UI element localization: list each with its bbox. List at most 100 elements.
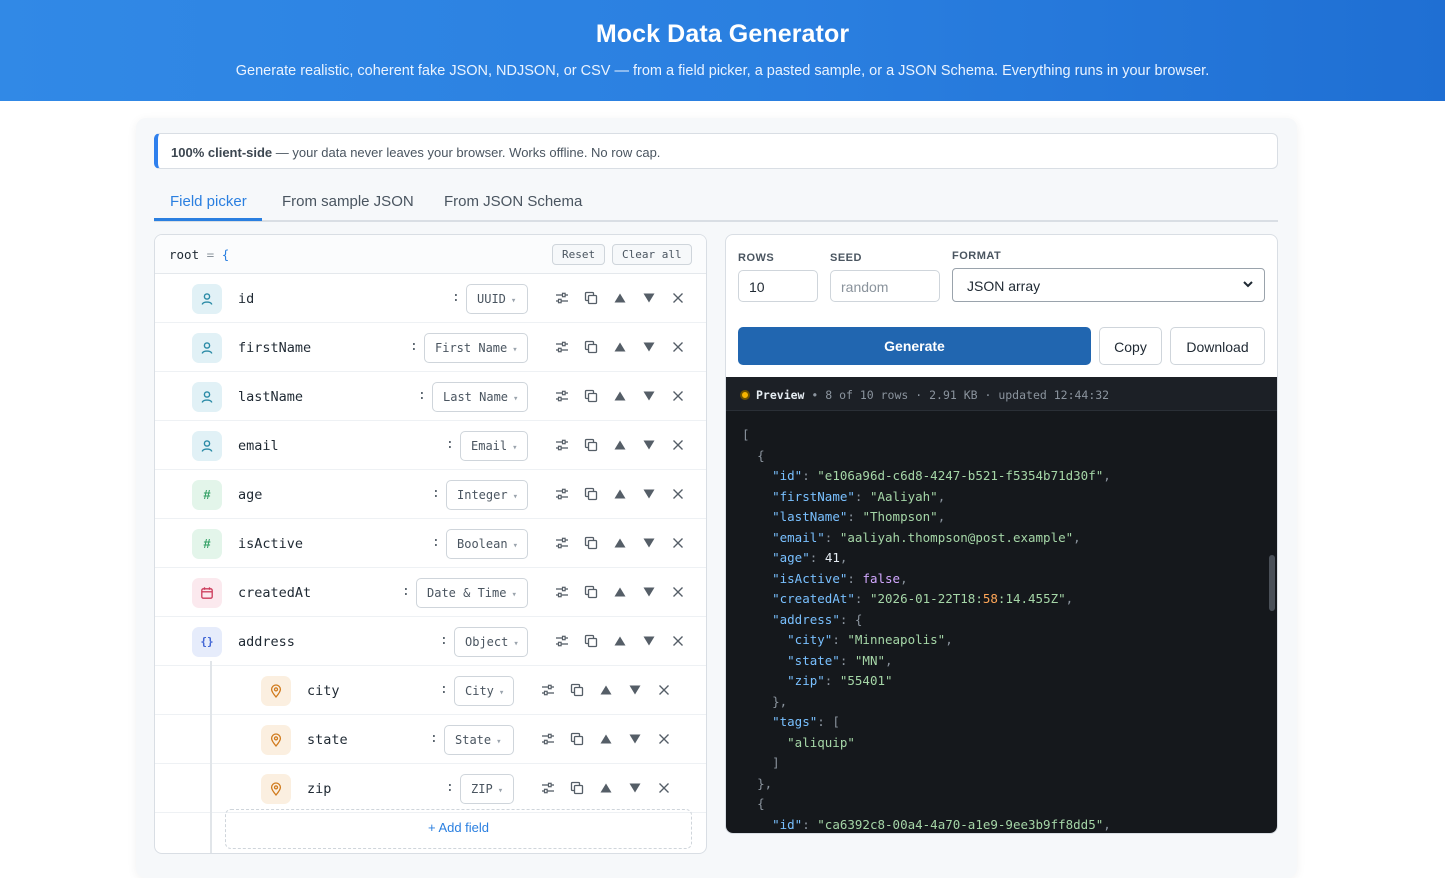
duplicate-icon[interactable] — [584, 291, 600, 307]
field-type-label: Boolean — [457, 537, 508, 551]
field-name[interactable]: id — [238, 291, 254, 307]
settings-sliders-icon[interactable] — [541, 781, 557, 797]
remove-icon[interactable] — [657, 732, 673, 748]
object-icon: {} — [192, 627, 222, 657]
settings-sliders-icon[interactable] — [541, 732, 557, 748]
person-icon — [192, 382, 222, 412]
field-type-select[interactable]: City ▾ — [454, 676, 514, 706]
field-type-select[interactable]: Object ▾ — [454, 627, 528, 657]
add-field-button[interactable]: + Add field — [225, 809, 692, 849]
format-select[interactable]: JSON array — [952, 268, 1265, 302]
settings-sliders-icon[interactable] — [555, 536, 571, 552]
remove-icon[interactable] — [671, 389, 687, 405]
move-down-icon[interactable] — [628, 781, 644, 797]
field-type-select[interactable]: Last Name ▾ — [432, 382, 528, 412]
remove-icon[interactable] — [671, 585, 687, 601]
field-name[interactable]: firstName — [238, 340, 311, 356]
chevron-down-icon — [1241, 277, 1255, 294]
field-name[interactable]: zip — [307, 781, 331, 797]
field-name[interactable]: isActive — [238, 536, 303, 552]
tab-field-picker[interactable]: Field picker — [170, 193, 247, 210]
field-colon: : — [402, 584, 410, 599]
chevron-down-icon: ▾ — [498, 688, 505, 698]
duplicate-icon[interactable] — [584, 634, 600, 650]
field-type-select[interactable]: First Name ▾ — [424, 333, 528, 363]
duplicate-icon[interactable] — [584, 340, 600, 356]
remove-icon[interactable] — [657, 781, 673, 797]
settings-sliders-icon[interactable] — [541, 683, 557, 699]
move-down-icon[interactable] — [628, 732, 644, 748]
rows-input[interactable]: 10 — [738, 270, 818, 302]
settings-sliders-icon[interactable] — [555, 487, 571, 503]
move-up-icon[interactable] — [599, 781, 615, 797]
duplicate-icon[interactable] — [584, 487, 600, 503]
field-name[interactable]: email — [238, 438, 279, 454]
field-name[interactable]: createdAt — [238, 585, 311, 601]
tab-from-sample-json[interactable]: From sample JSON — [282, 193, 414, 210]
field-type-select[interactable]: Boolean ▾ — [446, 529, 528, 559]
duplicate-icon[interactable] — [570, 781, 586, 797]
remove-icon[interactable] — [671, 438, 687, 454]
move-up-icon[interactable] — [613, 585, 629, 601]
duplicate-icon[interactable] — [584, 536, 600, 552]
download-button[interactable]: Download — [1170, 327, 1265, 365]
duplicate-icon[interactable] — [570, 732, 586, 748]
remove-icon[interactable] — [671, 487, 687, 503]
move-up-icon[interactable] — [613, 389, 629, 405]
field-name[interactable]: state — [307, 732, 348, 748]
move-down-icon[interactable] — [642, 536, 658, 552]
remove-icon[interactable] — [671, 291, 687, 307]
nesting-guide — [210, 661, 212, 853]
settings-sliders-icon[interactable] — [555, 340, 571, 356]
remove-icon[interactable] — [671, 340, 687, 356]
field-name[interactable]: city — [307, 683, 340, 699]
settings-sliders-icon[interactable] — [555, 389, 571, 405]
field-row: state: State ▾ — [155, 715, 706, 764]
duplicate-icon[interactable] — [584, 438, 600, 454]
move-up-icon[interactable] — [613, 634, 629, 650]
settings-sliders-icon[interactable] — [555, 585, 571, 601]
move-up-icon[interactable] — [599, 683, 615, 699]
move-up-icon[interactable] — [613, 536, 629, 552]
seed-input[interactable]: random — [830, 270, 940, 302]
settings-sliders-icon[interactable] — [555, 634, 571, 650]
field-type-select[interactable]: Email ▾ — [460, 431, 528, 461]
field-type-select[interactable]: UUID ▾ — [466, 284, 528, 314]
duplicate-icon[interactable] — [570, 683, 586, 699]
remove-icon[interactable] — [657, 683, 673, 699]
field-name[interactable]: address — [238, 634, 295, 650]
preview-scrollbar[interactable] — [1269, 555, 1275, 611]
move-up-icon[interactable] — [613, 291, 629, 307]
remove-icon[interactable] — [671, 536, 687, 552]
duplicate-icon[interactable] — [584, 389, 600, 405]
field-name[interactable]: lastName — [238, 389, 303, 405]
move-down-icon[interactable] — [642, 291, 658, 307]
move-down-icon[interactable] — [642, 585, 658, 601]
field-type-select[interactable]: Date & Time ▾ — [416, 578, 528, 608]
clear-all-button[interactable]: Clear all — [612, 244, 692, 265]
duplicate-icon[interactable] — [584, 585, 600, 601]
field-type-select[interactable]: State ▾ — [444, 725, 514, 755]
field-name[interactable]: age — [238, 487, 262, 503]
move-up-icon[interactable] — [613, 438, 629, 454]
tab-from-json-schema[interactable]: From JSON Schema — [444, 193, 582, 210]
remove-icon[interactable] — [671, 634, 687, 650]
move-up-icon[interactable] — [599, 732, 615, 748]
copy-button[interactable]: Copy — [1099, 327, 1162, 365]
field-type-select[interactable]: ZIP ▾ — [460, 774, 514, 804]
generate-button[interactable]: Generate — [738, 327, 1091, 365]
move-down-icon[interactable] — [642, 438, 658, 454]
field-row: id: UUID ▾ — [155, 274, 706, 323]
move-up-icon[interactable] — [613, 487, 629, 503]
move-down-icon[interactable] — [642, 340, 658, 356]
move-down-icon[interactable] — [642, 389, 658, 405]
move-up-icon[interactable] — [613, 340, 629, 356]
move-down-icon[interactable] — [642, 634, 658, 650]
move-down-icon[interactable] — [628, 683, 644, 699]
settings-sliders-icon[interactable] — [555, 291, 571, 307]
move-down-icon[interactable] — [642, 487, 658, 503]
reset-button[interactable]: Reset — [552, 244, 606, 265]
field-row: # age: Integer ▾ — [155, 470, 706, 519]
field-type-select[interactable]: Integer ▾ — [446, 480, 528, 510]
settings-sliders-icon[interactable] — [555, 438, 571, 454]
